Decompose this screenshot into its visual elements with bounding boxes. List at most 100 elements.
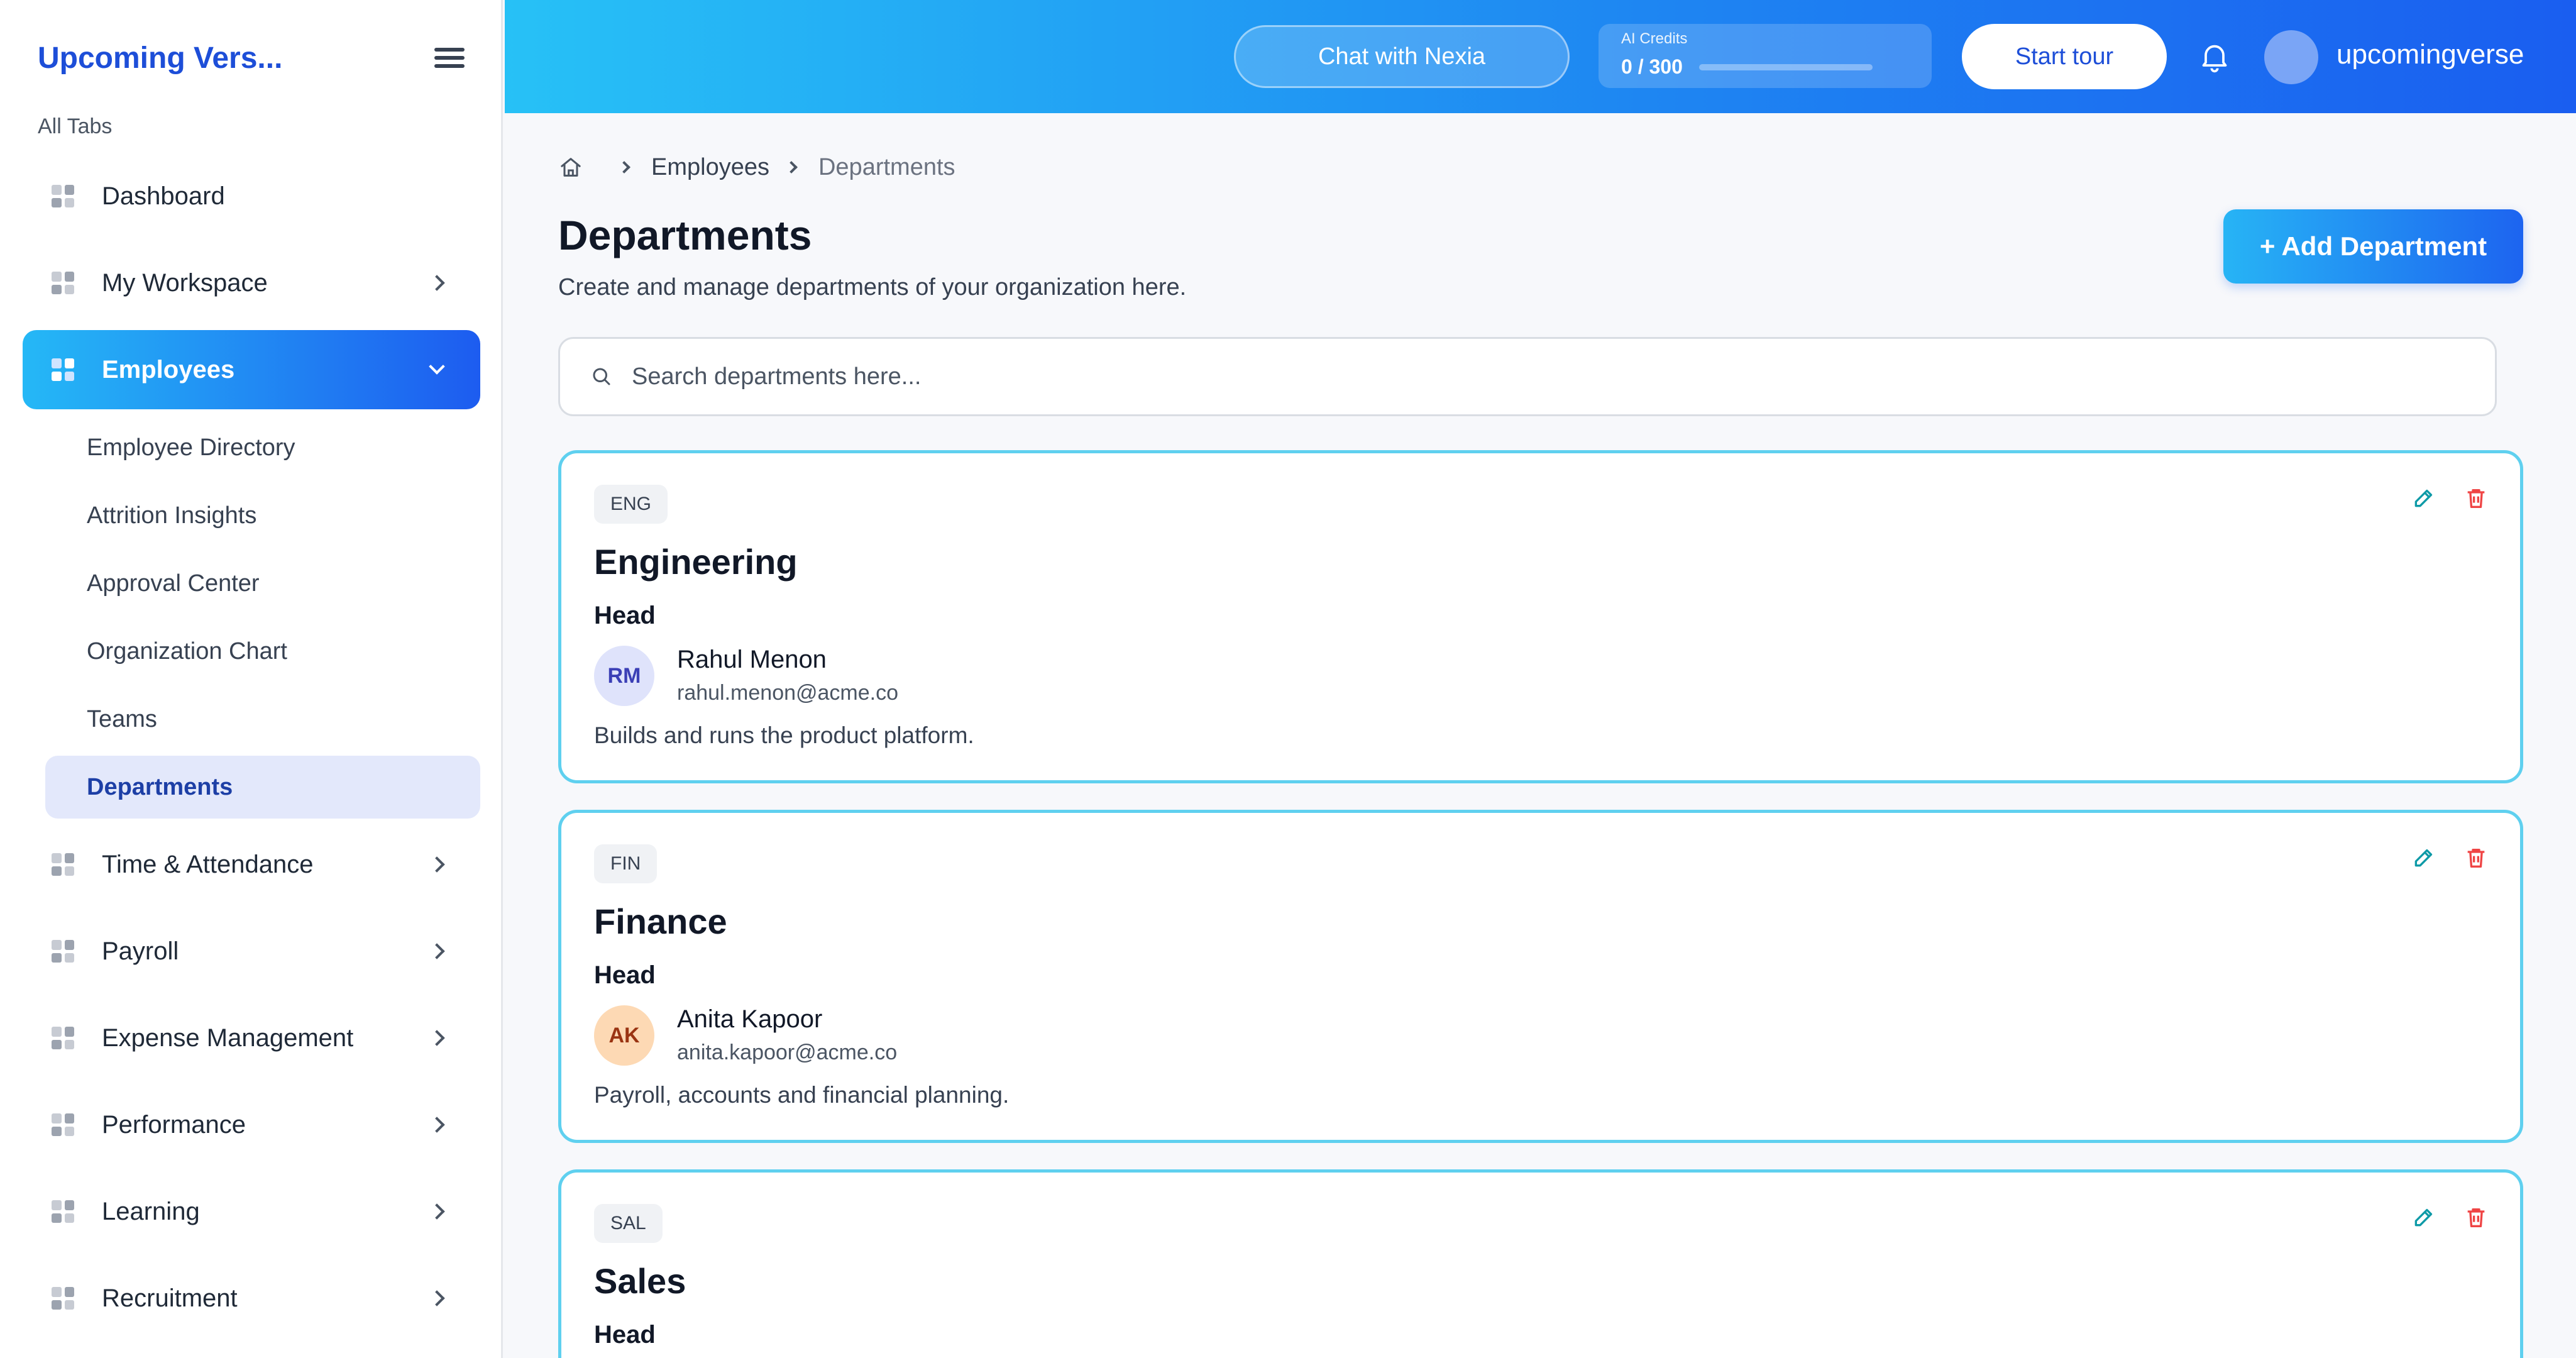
pencil-icon[interactable] [2411, 486, 2436, 511]
department-card[interactable]: FIN Finance Head AK Anita Kapoor anita.k… [558, 810, 2523, 1143]
sidebar-subitem-employee-directory[interactable]: Employee Directory [45, 416, 480, 479]
sidebar-item-label: Performance [102, 1110, 246, 1139]
chevron-right-icon [429, 275, 445, 291]
trash-icon[interactable] [2463, 486, 2489, 511]
sidebar-item-label: My Workspace [102, 268, 268, 297]
avatar: RM [594, 646, 654, 706]
department-name: Sales [594, 1261, 686, 1301]
department-description: Builds and runs the product platform. [594, 722, 974, 748]
sidebar-item-time-attendance[interactable]: Time & Attendance [23, 825, 480, 904]
brand-name[interactable]: Upcoming Vers... [38, 41, 282, 75]
department-code-badge: ENG [594, 485, 668, 524]
sidebar-item-label: Dashboard [102, 182, 225, 210]
trash-icon[interactable] [2463, 1205, 2489, 1230]
chat-with-nexia-button[interactable]: Chat with Nexia [1234, 25, 1570, 88]
head-label: Head [594, 602, 656, 629]
sidebar-item-employees[interactable]: Employees [23, 330, 480, 409]
sidebar-subitem-label: Departments [87, 773, 233, 800]
section-label: All Tabs [38, 114, 113, 138]
sidebar-item-dashboard[interactable]: Dashboard [23, 157, 480, 236]
search-input[interactable] [632, 363, 2455, 390]
sidebar-item-label: Payroll [102, 937, 179, 965]
grid-icon [52, 1200, 74, 1223]
breadcrumb-employees-link[interactable]: Employees [651, 154, 769, 181]
sidebar-subitem-label: Employee Directory [87, 434, 295, 461]
sidebar-item-label: Expense Management [102, 1024, 354, 1052]
department-card[interactable]: SAL Sales Head [558, 1169, 2523, 1358]
page-subtitle: Create and manage departments of your or… [558, 274, 1187, 301]
menu-icon[interactable] [433, 45, 466, 70]
department-description: Payroll, accounts and financial planning… [594, 1082, 1010, 1108]
chevron-right-icon [429, 1203, 445, 1220]
ai-credits-progress [1698, 63, 1873, 70]
chevron-down-icon [429, 358, 445, 375]
ai-credits-label: AI Credits [1621, 30, 1688, 47]
page-title: Departments [558, 212, 812, 258]
sidebar-subitem-label: Approval Center [87, 570, 260, 597]
head-email: rahul.menon@acme.co [677, 681, 899, 705]
department-code-badge: SAL [594, 1204, 663, 1243]
sidebar-item-label: Employees [102, 355, 235, 384]
grid-icon [52, 940, 74, 963]
department-name: Engineering [594, 542, 798, 582]
sidebar-item-performance[interactable]: Performance [23, 1085, 480, 1164]
head-label: Head [594, 961, 656, 989]
pencil-icon[interactable] [2411, 846, 2436, 871]
pencil-icon[interactable] [2411, 1205, 2436, 1230]
bell-icon[interactable] [2197, 39, 2232, 74]
sidebar-item-payroll[interactable]: Payroll [23, 912, 480, 991]
user-avatar[interactable] [2264, 30, 2318, 84]
sidebar-item-learning[interactable]: Learning [23, 1172, 480, 1251]
sidebar-subitem-approval-center[interactable]: Approval Center [45, 552, 480, 615]
sidebar-item-label: Learning [102, 1197, 200, 1225]
department-name: Finance [594, 902, 727, 941]
sidebar-subitem-attrition-insights[interactable]: Attrition Insights [45, 484, 480, 547]
ai-credits-widget: AI Credits 0 / 300 [1599, 24, 1932, 88]
chevron-right-icon [429, 1030, 445, 1046]
start-tour-button[interactable]: Start tour [1962, 24, 2167, 89]
grid-icon [52, 272, 74, 294]
avatar: AK [594, 1005, 654, 1066]
chevron-right-icon [429, 856, 445, 873]
head-name: Rahul Menon [677, 646, 827, 673]
brand-row: Upcoming Vers... [38, 38, 466, 78]
sidebar-item-expense-management[interactable]: Expense Management [23, 998, 480, 1078]
sidebar-subitem-label: Teams [87, 705, 157, 732]
department-card[interactable]: ENG Engineering Head RM Rahul Menon rahu… [558, 450, 2523, 783]
head-label: Head [594, 1321, 656, 1349]
app-root: Upcoming Vers... All Tabs Dashboard My W… [0, 0, 2576, 1358]
user-name[interactable]: upcomingverse [2337, 39, 2524, 70]
ai-credits-value: 0 / 300 [1621, 55, 1683, 78]
grid-icon [52, 358, 74, 381]
chevron-right-icon [785, 161, 798, 174]
sidebar: Upcoming Vers... All Tabs Dashboard My W… [0, 0, 503, 1358]
chevron-right-icon [429, 1290, 445, 1306]
sidebar-subitem-label: Organization Chart [87, 638, 287, 665]
breadcrumb-current: Departments [818, 153, 955, 180]
grid-icon [52, 1113, 74, 1136]
sidebar-subitem-departments[interactable]: Departments [45, 756, 480, 819]
head-email: anita.kapoor@acme.co [677, 1041, 898, 1064]
sidebar-subitem-organization-chart[interactable]: Organization Chart [45, 620, 480, 683]
sidebar-item-label: Recruitment [102, 1284, 238, 1312]
chevron-right-icon [429, 1117, 445, 1133]
grid-icon [52, 1027, 74, 1049]
home-icon[interactable] [558, 155, 583, 180]
grid-icon [52, 853, 74, 876]
search-bar [558, 337, 2497, 416]
breadcrumb: Employees Departments [558, 151, 955, 184]
trash-icon[interactable] [2463, 846, 2489, 871]
sidebar-item-my-workspace[interactable]: My Workspace [23, 243, 480, 323]
chevron-right-icon [429, 943, 445, 959]
sidebar-subitem-teams[interactable]: Teams [45, 688, 480, 751]
sidebar-item-label: Time & Attendance [102, 850, 314, 878]
chevron-right-icon [618, 161, 630, 174]
sidebar-item-recruitment[interactable]: Recruitment [23, 1259, 480, 1338]
grid-icon [52, 185, 74, 207]
sidebar-subitem-label: Attrition Insights [87, 502, 257, 529]
search-icon [593, 368, 610, 385]
add-department-button[interactable]: + Add Department [2223, 209, 2523, 284]
department-code-badge: FIN [594, 844, 658, 883]
top-bar: Chat with Nexia AI Credits 0 / 300 Start… [505, 0, 2576, 113]
grid-icon [52, 1287, 74, 1310]
